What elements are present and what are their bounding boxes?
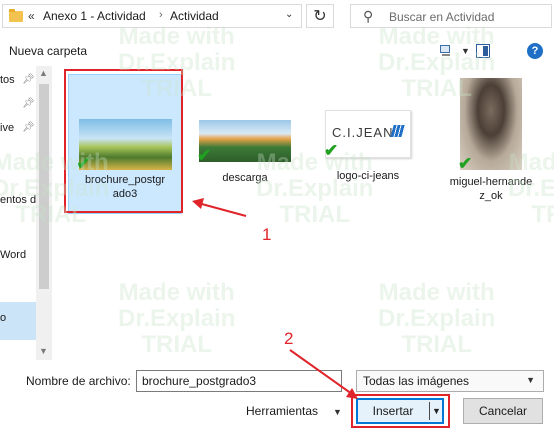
annotation-arrowhead-2 bbox=[346, 388, 358, 399]
annotation-arrowhead-1 bbox=[192, 198, 204, 209]
annotation-arrows bbox=[192, 198, 358, 399]
annotation-arrow-1 bbox=[197, 202, 247, 217]
annotation-arrow-2 bbox=[289, 349, 353, 395]
